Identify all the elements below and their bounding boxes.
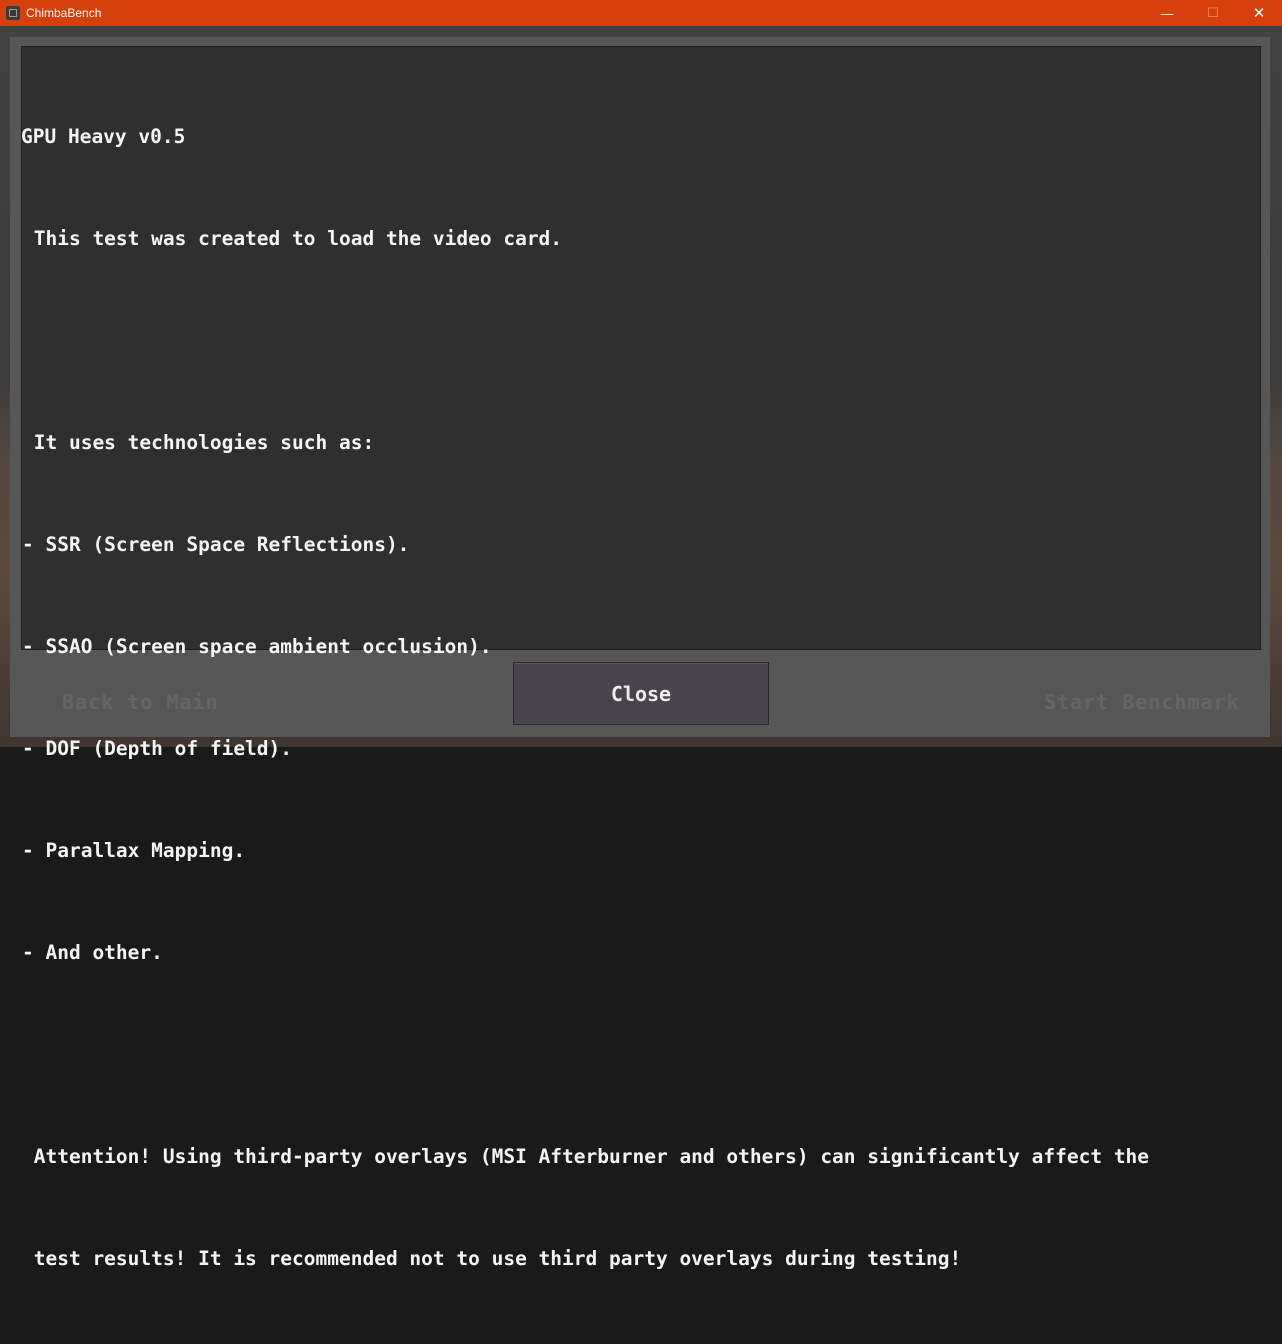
technology-item: - Parallax Mapping. bbox=[22, 839, 246, 862]
description-line: It uses technologies such as: bbox=[22, 431, 375, 454]
minimize-button[interactable]: — bbox=[1144, 0, 1190, 26]
technology-item: - SSAO (Screen space ambient occlusion). bbox=[22, 635, 492, 658]
technology-item: - And other. bbox=[22, 941, 163, 964]
close-window-button[interactable]: ✕ bbox=[1236, 0, 1282, 26]
test-title: GPU Heavy v0.5 bbox=[21, 125, 186, 148]
maximize-icon: ☐ bbox=[1207, 5, 1219, 20]
minimize-icon: — bbox=[1160, 5, 1174, 21]
description-line: This test was created to load the video … bbox=[22, 227, 563, 250]
attention-line: test results! It is recommended not to u… bbox=[22, 1247, 962, 1270]
title-bar: ChimbaBench — ☐ ✕ bbox=[0, 0, 1282, 26]
technology-item: - SSR (Screen Space Reflections). bbox=[22, 533, 410, 556]
close-button[interactable]: Close bbox=[513, 662, 769, 725]
maximize-button[interactable]: ☐ bbox=[1190, 0, 1236, 26]
attention-line: Attention! Using third-party overlays (M… bbox=[22, 1145, 1150, 1168]
technology-item: - DOF (Depth of field). bbox=[22, 737, 293, 760]
app-icon bbox=[6, 6, 20, 20]
test-info-panel: GPU Heavy v0.5 This test was created to … bbox=[21, 46, 1261, 1270]
window-title: ChimbaBench bbox=[26, 6, 102, 20]
close-icon: ✕ bbox=[1252, 5, 1266, 22]
